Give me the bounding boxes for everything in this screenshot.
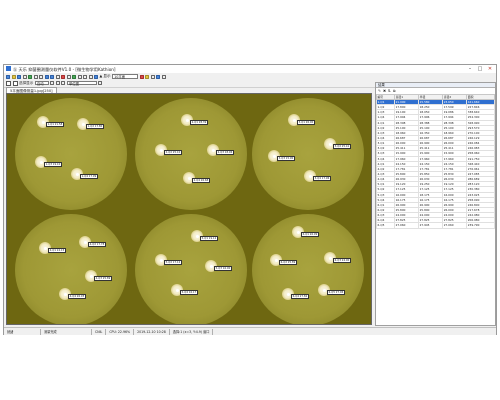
export-icon-small[interactable]: ✎ [378,89,381,93]
zone-label: 3-Q2 25.41 [333,144,351,149]
table-cell: 6-Q5 [376,222,396,229]
stop-icon[interactable] [139,74,144,79]
zone-label: 2-Q4 26.68 [192,178,210,183]
toolbar-row-2: 选择显示 自动 单位图 [6,80,103,86]
zone-label: 5-Q2 17.12 [164,260,182,265]
report-icon[interactable] [156,74,161,79]
sort-icon[interactable]: ⇅ [388,89,391,93]
maximize-button[interactable]: □ [475,65,485,73]
zoom-in-icon[interactable] [44,74,49,79]
zone-label: 6-Q2 25.89 [279,260,297,265]
checkbox-2-label: 选择显示 [19,80,34,85]
table-row[interactable]: 6-Q5 27.060 27.945 27.060 239.790 [376,222,495,229]
zone-label: 3-Q3 15.90 [277,156,295,161]
line-width-icon[interactable] [98,81,103,85]
checkbox-1[interactable] [6,80,11,86]
zone-label: 2-Q2 25.10 [164,150,182,155]
zone-label: 1-Q4 17.99 [80,174,98,179]
unit-select[interactable]: 单位图 [66,80,97,86]
zone-label: 5-Q1 19.12 [200,236,218,241]
color-icon[interactable] [50,81,55,85]
angle-tool-icon[interactable] [83,74,87,79]
open-folder-icon[interactable] [11,74,16,79]
zoom-out-icon[interactable] [50,74,54,79]
table-cell: 27.060 [442,222,468,229]
minimize-button[interactable]: – [465,65,475,73]
app-icon [6,66,11,71]
status-message: 测量完成 [41,328,92,335]
petri-dish[interactable]: 5-Q1 19.12 5-Q2 17.12 5-Q3 16.00 5-Q4 16.17 [135,214,247,324]
window-title: Ⓢ 天乐 抑菌圈测量仪软件V1.0 - [微生物学用Kathion] [13,66,116,72]
close-button[interactable]: ✕ [485,65,495,73]
zone-label: 1-Q3 19.10 [44,162,62,167]
zone-label: 6-Q1 26.99 [301,232,319,237]
zone-label: 3-Q4 17.96 [313,176,331,181]
zone-label: 4-Q2 17.78 [88,242,106,247]
petri-dish[interactable]: 1-Q1 21.58 1-Q2 17.80 1-Q3 19.10 1-Q4 17.99 [15,98,127,210]
circle-tool-icon[interactable] [66,74,71,79]
table-cell: 27.060 [394,222,420,229]
help-icon[interactable] [161,74,166,79]
zone-label: 3-Q1 26.00 [297,120,315,125]
zone-label: 6-Q5 27.06 [327,290,345,295]
save-icon[interactable] [17,74,21,79]
petri-dish[interactable]: 3-Q1 26.00 3-Q2 25.41 3-Q3 15.90 3-Q4 17.96 [252,98,364,210]
auto-detect-icon[interactable] [72,74,76,79]
zone-label: 1-Q1 21.58 [46,122,64,127]
zone-label: 2-Q3 18.96 [216,150,234,155]
petri-dish[interactable]: 4-Q1 24.15 4-Q2 17.78 4-Q3 25.89 4-Q4 26.93 [15,214,127,324]
brush-icon[interactable] [55,81,60,85]
new-file-icon[interactable] [6,74,10,79]
results-table: 编号 直径1 半径 直径2 面积 1-Q1 21.990 15.580 23.650 441.6… [376,94,495,229]
export-icon[interactable] [150,74,155,79]
toolbar-row-1: ▲ 显示 10平面 [6,74,166,80]
table-cell: 239.790 [466,222,495,229]
grid-icon[interactable] [88,74,93,79]
print-icon[interactable] [22,74,27,79]
title-bar: Ⓢ 天乐 抑菌圈测量仪软件V1.0 - [微生物学用Kathion] – □ ✕ [4,65,496,73]
status-mode: CNIL [92,328,107,335]
zone-label: 4-Q4 26.93 [68,294,86,299]
zone-label: 1-Q2 17.80 [86,124,104,129]
results-panel: 结果 ✎ ✖ ⇅ ⧉ 编号 直径1 半径 直径2 面积 1-Q1 21.990 15.580… [375,82,496,326]
zoom-select[interactable]: 10平面 [112,74,139,79]
status-selection: 选择:1 (x=3, Y:4.9) 窗口 [170,328,214,335]
fit-window-icon[interactable] [55,74,60,79]
checkbox-2[interactable] [12,80,18,86]
app-window: Ⓢ 天乐 抑菌圈测量仪软件V1.0 - [微生物学用Kathion] – □ ✕… [3,64,497,335]
zone-label: 4-Q1 24.15 [48,248,66,253]
zone-label: 4-Q3 25.89 [94,276,112,281]
zone-label: 5-Q3 16.00 [214,266,232,271]
capture-icon[interactable] [28,74,32,79]
copy-icon[interactable]: ⧉ [393,89,396,93]
delete-icon[interactable]: ✖ [383,89,386,93]
zone-label: 6-Q4 27.82 [291,294,309,299]
zone-label: 2-Q1 28.39 [190,120,208,125]
petri-dish[interactable]: 2-Q1 28.39 2-Q2 25.10 2-Q3 18.96 2-Q4 26.68 [135,98,247,210]
table-cell: 27.945 [418,222,444,229]
status-cpu: CPU: 22.96% [106,328,135,335]
mode-select[interactable]: 自动 [34,80,49,86]
calibrate-icon[interactable] [94,74,98,79]
measure-icon[interactable] [61,74,65,79]
image-viewport[interactable]: 1-Q1 21.58 1-Q2 17.80 1-Q3 19.10 1-Q4 17.99… [6,93,372,325]
status-ready: 就绪 [4,328,41,335]
settings-icon[interactable] [145,74,150,79]
zone-label: 6-Q3 24.00 [333,258,351,263]
select-icon[interactable] [33,74,38,79]
status-datetime: 2019-12-10 10:28 [134,328,170,335]
pan-icon[interactable] [39,74,43,79]
status-bar: 就绪 测量完成 CNIL CPU: 22.96% 2019-12-10 10:2… [4,327,496,335]
line-tool-icon[interactable] [77,74,82,79]
zone-label: 5-Q4 16.17 [180,290,198,295]
petri-dish[interactable]: 6-Q1 26.99 6-Q2 25.89 6-Q3 24.00 6-Q4 27.82… [252,214,364,324]
text-icon[interactable] [61,81,66,85]
zoom-label: ▲ 显示 [99,74,111,78]
